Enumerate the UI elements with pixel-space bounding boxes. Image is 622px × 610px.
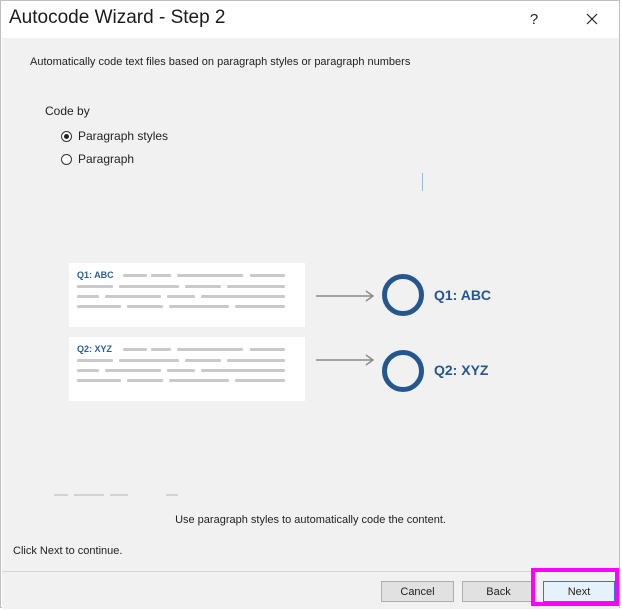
text-line	[119, 359, 179, 362]
text-line	[151, 348, 171, 351]
faint-decoration	[166, 494, 178, 496]
radio-paragraph[interactable]: Paragraph	[61, 152, 134, 166]
faint-decoration	[74, 494, 104, 496]
illustration-document-card: Q1: ABC	[69, 263, 305, 327]
text-line	[77, 305, 121, 308]
close-icon	[586, 13, 598, 25]
text-line	[77, 285, 113, 288]
text-line	[105, 369, 161, 372]
text-line	[169, 305, 229, 308]
text-line	[167, 369, 195, 372]
button-bar: Cancel Back Next	[2, 571, 619, 609]
text-line	[177, 348, 243, 351]
window-title: Autocode Wizard - Step 2	[9, 7, 226, 28]
next-button[interactable]: Next	[543, 581, 615, 602]
hint-text: Use paragraph styles to automatically co…	[175, 514, 446, 526]
faint-decoration	[54, 494, 68, 496]
text-line	[77, 359, 113, 362]
radio-paragraph-styles[interactable]: Paragraph styles	[61, 129, 168, 143]
text-line	[119, 285, 179, 288]
back-button[interactable]: Back	[462, 581, 535, 602]
illustration-document-card: Q2: XYZ	[69, 337, 305, 401]
text-line	[250, 274, 285, 277]
text-line	[177, 274, 243, 277]
text-line	[227, 285, 285, 288]
card-heading: Q1: ABC	[77, 270, 114, 280]
radio-button[interactable]	[61, 153, 72, 165]
text-line	[77, 295, 99, 298]
code-label: Q2: XYZ	[434, 362, 489, 378]
arrow-right-icon	[316, 290, 375, 302]
wizard-window: Autocode Wizard - Step 2 ? Automatically…	[0, 0, 620, 609]
code-label: Q1: ABC	[434, 287, 492, 303]
text-line	[201, 295, 285, 298]
text-line	[235, 379, 285, 382]
close-button[interactable]	[569, 1, 615, 37]
wizard-content: Automatically code text files based on p…	[2, 38, 619, 571]
code-by-label: Code by	[45, 104, 90, 118]
help-button[interactable]: ?	[511, 1, 557, 37]
text-line	[227, 359, 285, 362]
text-line	[169, 379, 229, 382]
code-node-icon	[382, 350, 424, 392]
radio-label[interactable]: Paragraph styles	[78, 129, 168, 143]
text-line	[127, 379, 163, 382]
text-line	[77, 379, 121, 382]
text-line	[151, 274, 171, 277]
cancel-button[interactable]: Cancel	[381, 581, 454, 602]
text-line	[167, 295, 195, 298]
text-line	[185, 359, 221, 362]
step-description: Automatically code text files based on p…	[30, 56, 411, 68]
text-line	[123, 274, 147, 277]
arrow-right-icon	[316, 354, 375, 366]
code-node-icon	[382, 274, 424, 316]
faint-decoration	[110, 494, 128, 496]
text-line	[235, 305, 285, 308]
continue-instruction: Click Next to continue.	[13, 545, 123, 557]
text-line	[250, 348, 285, 351]
radio-label[interactable]: Paragraph	[78, 152, 134, 166]
help-icon: ?	[529, 10, 539, 28]
radio-button-selected[interactable]	[61, 130, 72, 142]
card-heading: Q2: XYZ	[77, 344, 113, 354]
title-bar: Autocode Wizard - Step 2 ?	[1, 1, 619, 37]
text-line	[201, 369, 285, 372]
text-line	[77, 369, 99, 372]
text-line	[123, 348, 147, 351]
text-line	[105, 295, 161, 298]
text-line	[185, 285, 221, 288]
text-line	[127, 305, 163, 308]
text-cursor	[422, 173, 423, 191]
